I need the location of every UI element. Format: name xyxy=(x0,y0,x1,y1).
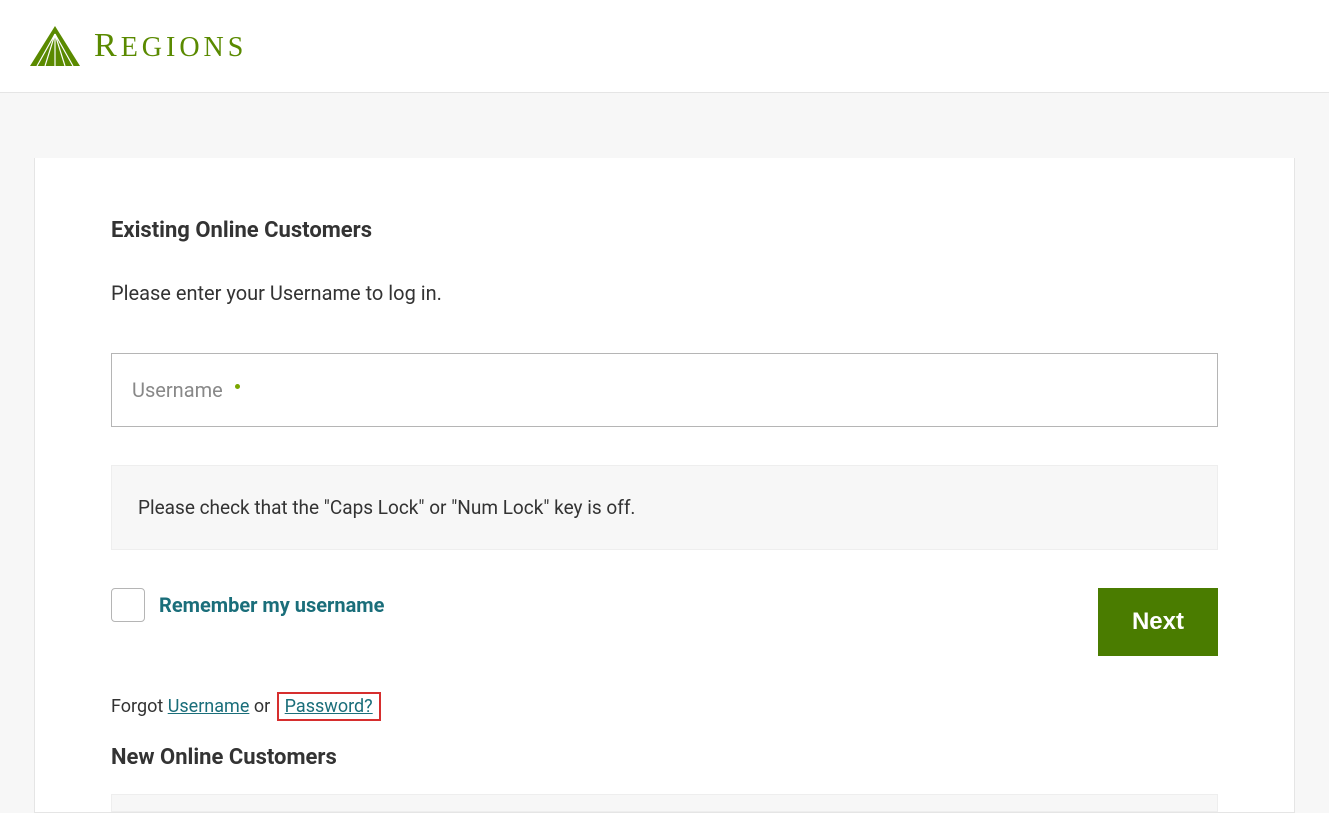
login-card: Existing Online Customers Please enter y… xyxy=(34,158,1295,813)
remember-username-checkbox[interactable] xyxy=(111,588,145,622)
page-header: REGIONS xyxy=(0,0,1329,93)
forgot-username-link[interactable]: Username xyxy=(168,696,250,717)
action-row: Remember my username Next xyxy=(111,588,1218,656)
username-input[interactable] xyxy=(250,379,1197,402)
existing-customers-heading: Existing Online Customers xyxy=(111,218,1218,243)
logo-triangle-icon xyxy=(30,26,80,66)
forgot-row: Forgot Username or Password? xyxy=(111,692,1218,721)
instruction-text: Please enter your Username to log in. xyxy=(111,281,1218,305)
page-background: Existing Online Customers Please enter y… xyxy=(0,93,1329,813)
new-customers-box xyxy=(111,794,1218,812)
required-indicator-icon xyxy=(235,384,240,389)
remember-username-row: Remember my username xyxy=(111,588,384,622)
forgot-password-highlight: Password? xyxy=(277,692,381,721)
logo[interactable]: REGIONS xyxy=(30,26,1299,66)
new-customers-heading: New Online Customers xyxy=(111,745,1218,770)
forgot-prefix: Forgot xyxy=(111,696,168,717)
remember-username-label[interactable]: Remember my username xyxy=(159,593,384,617)
next-button[interactable]: Next xyxy=(1098,588,1218,656)
forgot-password-link[interactable]: Password? xyxy=(285,696,373,717)
username-input-wrapper[interactable]: Username xyxy=(111,353,1218,427)
forgot-or: or xyxy=(249,696,274,717)
caps-lock-hint: Please check that the "Caps Lock" or "Nu… xyxy=(111,465,1218,550)
logo-text: REGIONS xyxy=(94,27,247,65)
username-label: Username xyxy=(132,378,240,402)
